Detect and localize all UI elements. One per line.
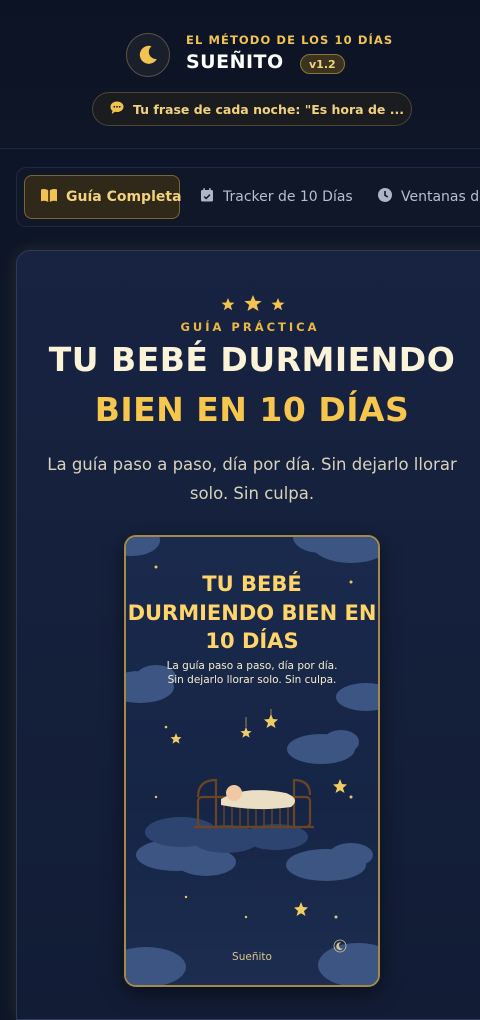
- version-badge: v1.2: [300, 54, 345, 74]
- tab-guia-completa[interactable]: Guía Completa: [24, 175, 182, 219]
- book-icon: [40, 187, 58, 207]
- moon-logo-icon: [126, 33, 170, 77]
- tab-bar: Guía Completa Tracker de 10 Días Ventana…: [16, 167, 480, 227]
- tab-label: Guía Completa: [66, 189, 182, 205]
- calendar-check-icon: [199, 187, 215, 207]
- app-header: EL MÉTODO DE LOS 10 DÍAS SUEÑITO v1.2 Tu…: [0, 0, 480, 150]
- header-divider: [0, 148, 480, 149]
- nightly-phrase-pill[interactable]: Tu frase de cada noche: "Es hora de ...: [92, 92, 412, 126]
- small-moon-icon: [333, 939, 347, 953]
- brand-name: SUEÑITO: [186, 51, 284, 73]
- hero-title-line1: TU BEBÉ DURMIENDO: [48, 340, 456, 379]
- three-stars-icon: [221, 295, 285, 311]
- book-cover-title: TU BEBÉ DURMIENDO BIEN EN 10 DÍAS: [127, 572, 377, 653]
- book-cover-subtitle-line2: Sin dejarlo llorar solo. Sin culpa.: [167, 674, 337, 686]
- tab-label: Tracker de 10 Días: [223, 189, 353, 205]
- hero-title-line2: BIEN EN 10 DÍAS: [94, 390, 410, 429]
- nightly-phrase-text: Tu frase de cada noche: "Es hora de ...: [133, 101, 404, 117]
- hero-subtitle: La guía paso a paso, día por día. Sin de…: [47, 455, 457, 503]
- speech-bubble-icon: [109, 100, 125, 119]
- book-cover-subtitle: La guía paso a paso, día por día. Sin de…: [126, 659, 378, 687]
- guide-kicker: GUÍA PRÁCTICA: [180, 320, 320, 334]
- clock-icon: [377, 187, 393, 207]
- book-cover-image: TU BEBÉ DURMIENDO BIEN EN 10 DÍAS La guí…: [124, 535, 380, 987]
- tab-label: Ventanas de: [401, 189, 480, 205]
- tab-ventanas[interactable]: Ventanas de: [377, 175, 480, 219]
- book-cover-subtitle-line1: La guía paso a paso, día por día.: [166, 660, 338, 672]
- brand-eyebrow: EL MÉTODO DE LOS 10 DÍAS: [186, 33, 394, 47]
- tab-tracker[interactable]: Tracker de 10 Días: [199, 175, 353, 219]
